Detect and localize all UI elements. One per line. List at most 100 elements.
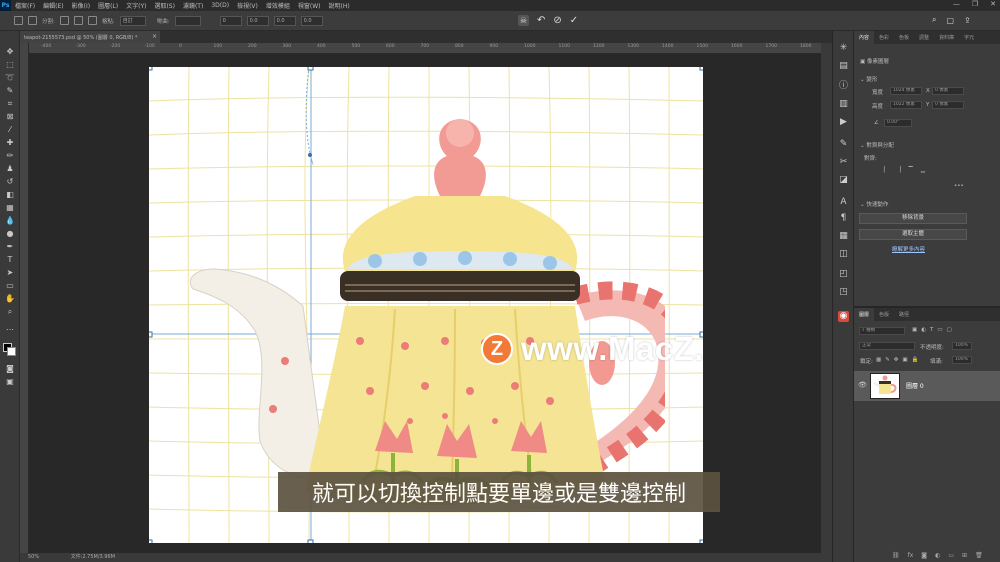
screen-mode-icon[interactable]: ▣ <box>5 377 15 386</box>
share-icon[interactable]: ⇪ <box>964 16 971 25</box>
remove-background-button[interactable]: 移除背景 <box>859 213 967 224</box>
puppet-warp-icon[interactable]: ☠ <box>518 15 529 26</box>
visibility-eye-icon[interactable]: 👁 <box>858 381 867 389</box>
path-select-icon[interactable]: ➤ <box>5 268 15 277</box>
tab-adjustments[interactable]: 調整 <box>914 31 934 44</box>
zoom-tool-icon[interactable]: ⌕ <box>5 307 15 316</box>
grid-select[interactable]: 自訂 <box>119 15 146 26</box>
history-icon[interactable]: ◰ <box>838 269 849 280</box>
glyphs-icon[interactable]: ▦ <box>838 231 849 242</box>
vertical-scrollbar[interactable] <box>821 43 832 553</box>
shape-tool-icon[interactable]: ▭ <box>5 281 15 290</box>
field-3[interactable]: 0.0 <box>273 15 296 26</box>
split-cross-icon[interactable] <box>59 16 69 25</box>
lasso-tool-icon[interactable]: ➰ <box>5 73 15 82</box>
warp-select[interactable] <box>174 15 201 26</box>
folder-icon[interactable]: ▭ <box>948 552 954 559</box>
opacity-field[interactable]: 100% <box>952 342 972 350</box>
tab-channels[interactable]: 色版 <box>874 308 894 321</box>
split-vertical-icon[interactable] <box>73 16 83 25</box>
menu-help[interactable]: 說明(H) <box>325 1 354 10</box>
menu-select[interactable]: 選取(S) <box>150 1 179 10</box>
photoshop-logo-icon[interactable]: Ps <box>0 0 11 11</box>
minimize-icon[interactable]: — <box>953 0 960 8</box>
workspace-icon[interactable]: ▢ <box>946 16 954 25</box>
menu-layer[interactable]: 圖層(L) <box>94 1 122 10</box>
tab-swatches[interactable]: 色板 <box>894 31 914 44</box>
eyedropper-tool-icon[interactable]: ⁄ <box>5 125 15 134</box>
menu-view[interactable]: 檢視(V) <box>233 1 262 10</box>
field-4[interactable]: 0.0 <box>300 15 323 26</box>
adjustment-icon[interactable]: ◐ <box>935 552 940 559</box>
styles-icon[interactable]: ◪ <box>838 175 849 186</box>
layer-name[interactable]: 圖層 0 <box>906 381 924 390</box>
plugin-icon[interactable]: ◉ <box>838 311 849 322</box>
trash-icon[interactable]: 🗑 <box>975 552 983 559</box>
new-layer-icon[interactable]: ⊞ <box>962 552 967 559</box>
document-info[interactable]: 文件:2.75M/3.96M <box>71 554 115 560</box>
eraser-tool-icon[interactable]: ◧ <box>5 190 15 199</box>
fx-icon[interactable]: fx <box>908 552 914 559</box>
angle-field[interactable]: 0.00° <box>884 119 912 127</box>
frame-tool-icon[interactable]: ⊠ <box>5 112 15 121</box>
height-field[interactable]: 1022 像素 <box>890 101 922 109</box>
dodge-tool-icon[interactable]: ● <box>5 229 15 238</box>
hand-tool-icon[interactable]: ✋ <box>5 294 15 303</box>
close-tab-icon[interactable]: × <box>152 33 157 40</box>
character-icon[interactable]: A <box>838 197 849 208</box>
quick-select-tool-icon[interactable]: ✎ <box>5 86 15 95</box>
lock-icons[interactable]: ▦✎✥▣🔒 <box>876 357 922 363</box>
menu-window[interactable]: 視窗(W) <box>294 1 325 10</box>
learn-more-link[interactable]: 瞭解更多內容 <box>892 245 925 253</box>
timeline-icon[interactable]: ◳ <box>838 287 849 298</box>
commit-icon[interactable]: ✓ <box>570 15 578 26</box>
search-icon[interactable]: ⌕ <box>932 15 936 25</box>
histogram-icon[interactable]: ▥ <box>838 99 849 110</box>
link-icon[interactable]: ⛓ <box>892 552 900 559</box>
menu-plugins[interactable]: 增效模組 <box>262 1 294 10</box>
stamp-tool-icon[interactable]: ♟ <box>5 164 15 173</box>
blend-mode-select[interactable]: 正常 <box>859 342 915 350</box>
fill-field[interactable]: 100% <box>952 356 972 364</box>
tab-layers[interactable]: 圖層 <box>854 308 875 321</box>
menu-file[interactable]: 檔案(F) <box>11 1 39 10</box>
y-field[interactable]: 0 像素 <box>932 101 964 109</box>
tab-color[interactable]: 色彩 <box>874 31 894 44</box>
healing-tool-icon[interactable]: ✚ <box>5 138 15 147</box>
ruler-left[interactable] <box>20 43 29 553</box>
ruler-top[interactable]: -400 -300 -200 -100 0 100 200 300 400 500 600 700 80… <box>29 43 821 54</box>
menu-edit[interactable]: 編輯(E) <box>39 1 67 10</box>
layer-filter-select[interactable]: ⌕ 種類 <box>859 327 905 335</box>
quick-mask-icon[interactable]: ◙ <box>5 364 15 373</box>
blur-tool-icon[interactable]: 💧 <box>5 216 15 225</box>
menu-3d[interactable]: 3D(D) <box>207 2 233 9</box>
info-icon[interactable]: ⓘ <box>838 81 849 92</box>
mask-icon[interactable]: ◙ <box>921 552 927 559</box>
tab-paths[interactable]: 路徑 <box>894 308 914 321</box>
background-color-swatch[interactable] <box>7 347 16 356</box>
history-brush-icon[interactable]: ↺ <box>5 177 15 186</box>
gradient-tool-icon[interactable]: ▦ <box>5 203 15 212</box>
field-1[interactable]: 0 <box>219 15 242 26</box>
marquee-tool-icon[interactable]: ⬚ <box>5 60 15 69</box>
navigator-icon[interactable]: ◫ <box>838 249 849 260</box>
libraries-icon[interactable]: ▤ <box>838 61 849 72</box>
width-field[interactable]: 1024 像素 <box>890 87 922 95</box>
cancel-icon[interactable]: ⊘ <box>553 15 561 26</box>
zoom-level[interactable]: 50% <box>28 554 39 560</box>
type-tool-icon[interactable]: T <box>5 255 15 264</box>
x-field[interactable]: 0 像素 <box>932 87 964 95</box>
menu-filter[interactable]: 濾鏡(T) <box>179 1 207 10</box>
select-subject-button[interactable]: 選取主體 <box>859 229 967 240</box>
move-tool-icon[interactable]: ✥ <box>5 47 15 56</box>
brush-tool-icon[interactable]: ✏ <box>5 151 15 160</box>
learn-icon[interactable]: ✳ <box>838 43 849 54</box>
document-tab[interactable]: teapot-2155573.psd @ 50% (圖層 0, RGB/8) *… <box>20 31 160 43</box>
align-buttons[interactable]: ▏▕▔▁ <box>884 167 933 173</box>
brush-settings-icon[interactable]: ✎ <box>838 139 849 150</box>
more-align-icon[interactable]: ••• <box>954 183 964 189</box>
reference-point-icon[interactable] <box>28 16 37 25</box>
restore-icon[interactable]: ❐ <box>972 0 978 8</box>
tool-preset-icon[interactable] <box>14 16 23 25</box>
paragraph-icon[interactable]: ¶ <box>838 213 849 224</box>
